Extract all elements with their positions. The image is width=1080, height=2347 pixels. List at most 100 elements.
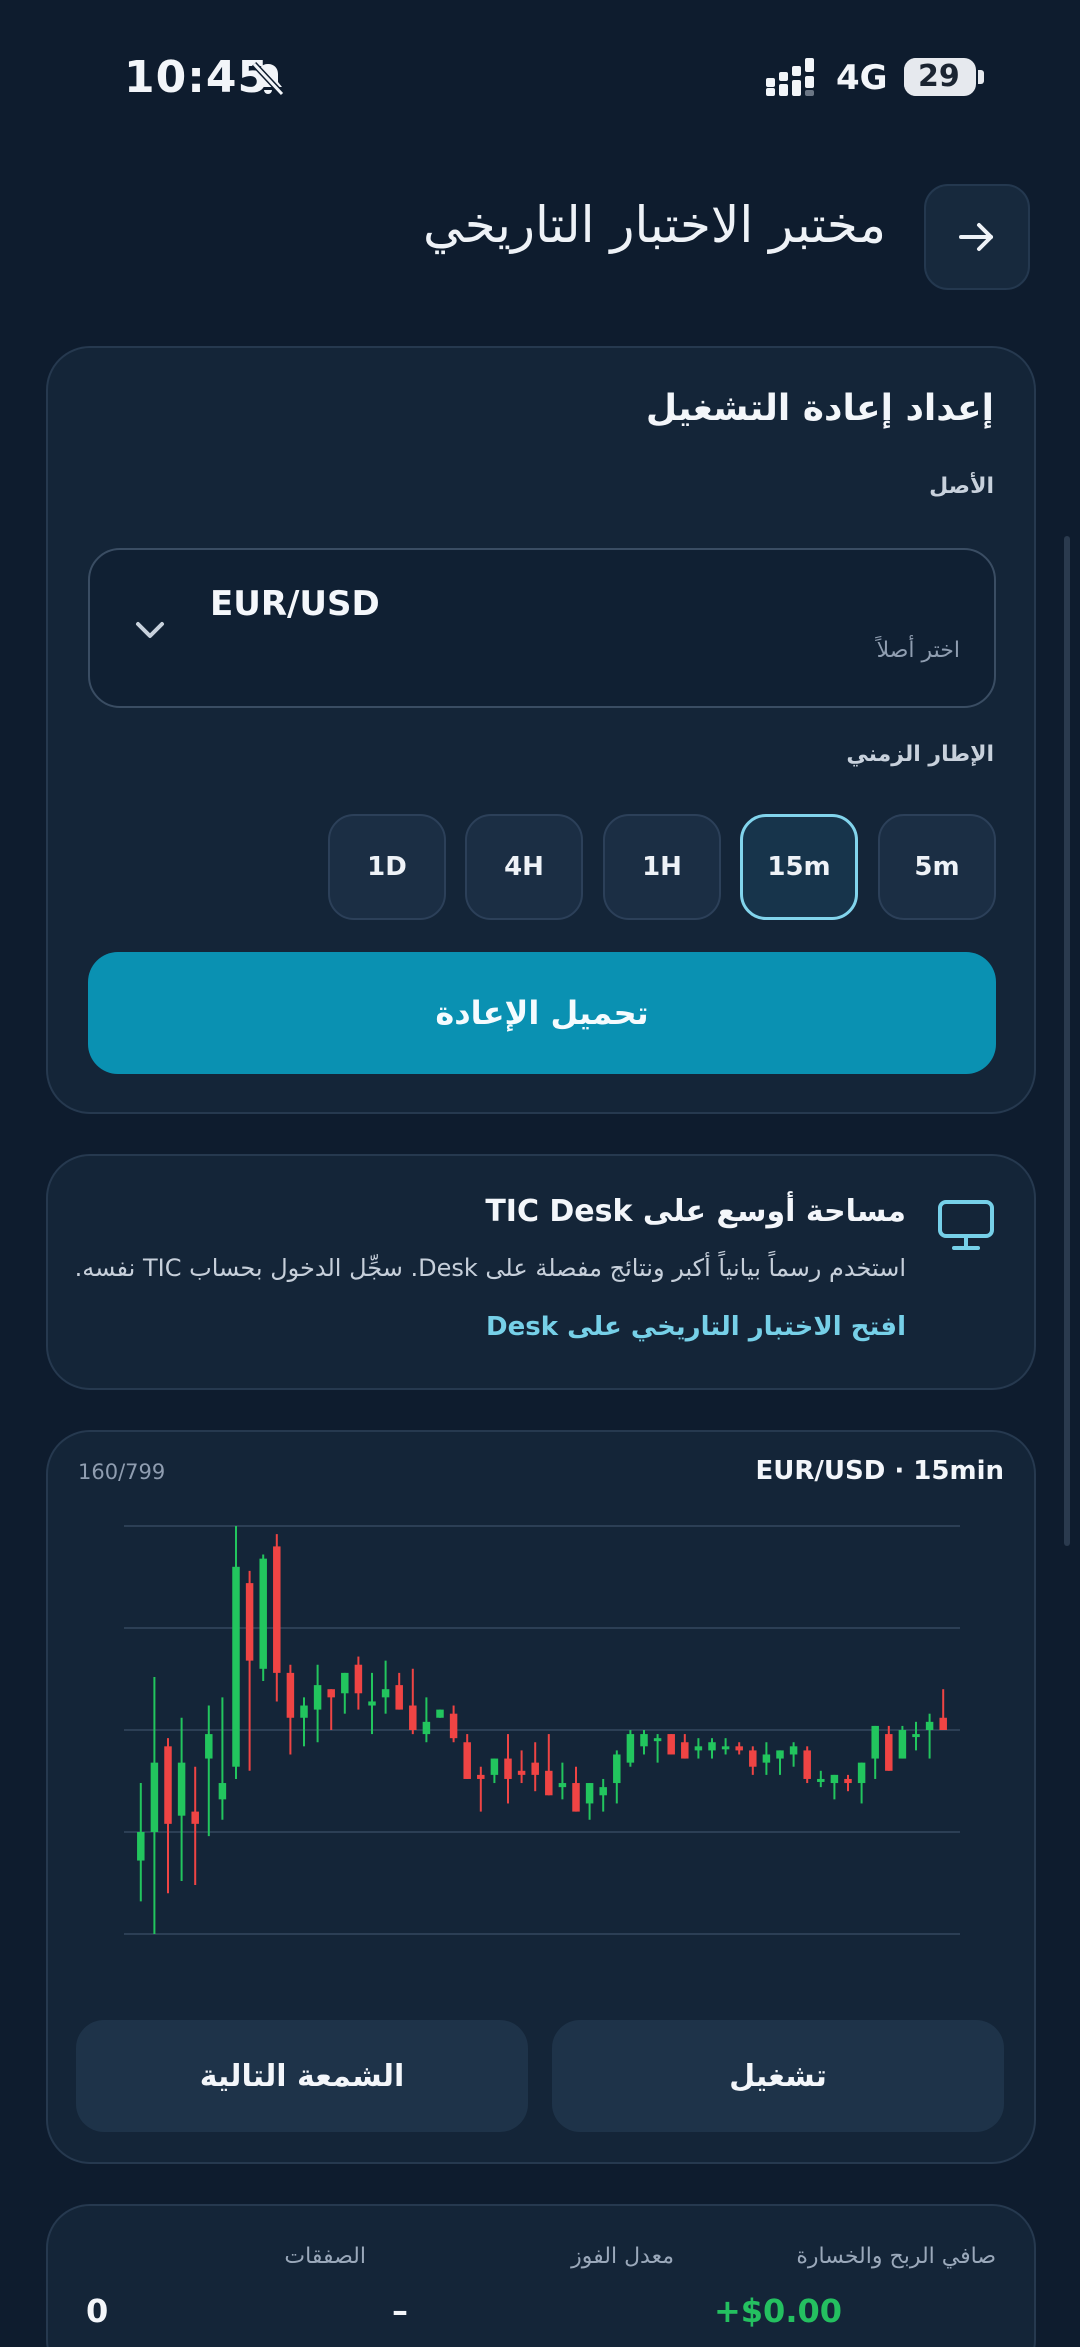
timeframe-1d-button[interactable]: 1D [328, 814, 446, 920]
candle-down [572, 1766, 580, 1812]
candle-down [354, 1656, 363, 1710]
candle-up [436, 1709, 444, 1718]
replay-setup-card: إعداد إعادة التشغيل الأصل EUR/USD اختر أ… [46, 346, 1036, 1114]
candle-down [463, 1734, 471, 1779]
candle-up [857, 1762, 866, 1804]
bell-off-icon [251, 61, 285, 97]
candle-down [395, 1672, 403, 1710]
candle-up [898, 1725, 907, 1759]
next-candle-button[interactable]: الشمعة التالية [76, 2020, 528, 2132]
back-button[interactable] [924, 184, 1030, 290]
asset-hint: اختر أصلاً [876, 638, 960, 663]
candle-up [585, 1783, 594, 1820]
candle-up [653, 1734, 662, 1763]
candle-down [681, 1734, 689, 1759]
chevron-down-icon [136, 622, 164, 638]
candle-counter: 160/799 [78, 1460, 166, 1484]
status-bar: 10:45 4G 29 [0, 0, 1080, 150]
candle-down [667, 1734, 675, 1755]
candle-up [150, 1676, 159, 1934]
candle-up [830, 1774, 839, 1800]
asset-select[interactable]: EUR/USD اختر أصلاً [88, 548, 996, 708]
candle-up [871, 1725, 879, 1779]
candle-up [776, 1750, 784, 1775]
candle-up [817, 1770, 825, 1788]
candle-down [885, 1725, 893, 1771]
candle-up [381, 1660, 390, 1714]
candle-up [721, 1738, 730, 1755]
candle-up [300, 1697, 308, 1747]
stats-card: صافي الربح والخسارة معدل الفوز الصفقات +… [46, 2204, 1036, 2347]
candle-down [477, 1766, 485, 1812]
candle-down [545, 1734, 553, 1796]
candle-down [191, 1766, 199, 1886]
candlestick-chart [124, 1525, 960, 1935]
candle-up [626, 1730, 635, 1767]
timeframe-1h-button[interactable]: 1H [603, 814, 721, 920]
load-replay-button[interactable]: تحميل الإعادة [88, 952, 996, 1074]
candle-up [218, 1697, 227, 1820]
candle-down [327, 1689, 335, 1730]
candle-down [245, 1570, 254, 1771]
candle-up [341, 1672, 349, 1714]
timeframe-selector: 5m 15m 1H 4H 1D [328, 814, 996, 922]
win-rate-label: معدل الفوز [571, 2244, 674, 2269]
candle-down [735, 1742, 743, 1755]
candle-up [912, 1721, 920, 1751]
app-screen: 10:45 4G 29 مختبر الاختبار التاريخي إعدا… [0, 0, 1080, 2347]
network-type: 4G [836, 58, 888, 98]
candle-down [749, 1746, 757, 1775]
candle-down [409, 1668, 417, 1735]
candle-up [368, 1672, 376, 1735]
battery-level: 29 [918, 59, 960, 94]
setup-title: إعداد إعادة التشغيل [645, 388, 994, 429]
monitor-icon [938, 1200, 994, 1250]
timeframe-15m-button[interactable]: 15m [740, 814, 858, 920]
scrollbar[interactable] [1064, 536, 1070, 1546]
chart-title: EUR/USD · 15min [755, 1456, 1005, 1486]
candle-down [504, 1734, 512, 1804]
open-desk-link[interactable]: افتح الاختبار التاريخي على Desk [486, 1312, 906, 1342]
arrow-right-icon [959, 223, 993, 251]
candle-up [558, 1762, 567, 1800]
candle-up [613, 1750, 621, 1804]
candle-down [449, 1705, 458, 1743]
candle-down [939, 1689, 947, 1730]
asset-label: الأصل [929, 474, 994, 499]
candle-down [273, 1534, 281, 1702]
page-title: مختبر الاختبار التاريخي [423, 196, 886, 254]
candle-down [844, 1774, 852, 1792]
candle-up [789, 1742, 798, 1767]
candle-up [232, 1526, 240, 1779]
candle-down [164, 1738, 172, 1894]
candle-up [259, 1554, 267, 1682]
timeframe-label: الإطار الزمني [846, 742, 994, 767]
asset-value: EUR/USD [210, 584, 380, 624]
candle-up [490, 1758, 499, 1784]
signal-icon [766, 58, 814, 96]
play-button[interactable]: تشغيل [552, 2020, 1004, 2132]
trades-value: 0 [86, 2292, 109, 2330]
timeframe-5m-button[interactable]: 5m [878, 814, 996, 920]
candle-down [803, 1746, 811, 1784]
candle-down [286, 1664, 295, 1755]
candle-up [599, 1778, 607, 1812]
battery-icon: 29 [904, 58, 984, 96]
candle-up [177, 1717, 186, 1881]
candle-down [531, 1742, 539, 1792]
timeframe-4h-button[interactable]: 4H [465, 814, 583, 920]
trades-label: الصفقات [284, 2244, 366, 2269]
desk-title: مساحة أوسع على TIC Desk [485, 1194, 906, 1229]
pnl-label: صافي الربح والخسارة [796, 2244, 996, 2269]
desk-promo-card: مساحة أوسع على TIC Desk استخدم رسماً بيا… [46, 1154, 1036, 1390]
candle-up [137, 1783, 145, 1902]
candle-up [925, 1713, 934, 1759]
candle-up [205, 1705, 213, 1837]
candle-up [708, 1738, 716, 1759]
replay-chart-card: EUR/USD · 15min 160/799 الشمعة التالية ت… [46, 1430, 1036, 2164]
candle-down [517, 1750, 526, 1784]
candle-up [762, 1742, 771, 1775]
pnl-value: +$0.00 [713, 2292, 842, 2330]
desk-description: استخدم رسماً بيانياً أكبر ونتائج مفصلة ع… [74, 1254, 906, 1282]
candle-up [694, 1738, 703, 1759]
